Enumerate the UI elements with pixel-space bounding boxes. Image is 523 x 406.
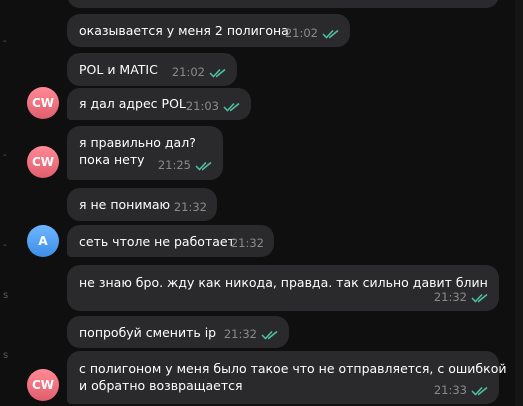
avatar-initials: A [38,234,48,248]
message-time: 21:02 [284,26,318,40]
message-meta: 21:32 [224,326,279,343]
margin-mark: s [3,350,9,361]
message-text: я не понимаю [79,197,171,212]
margin-mark: - [3,36,7,47]
avatar-initials: CW [31,378,55,392]
message-text: оказывается у меня 2 полигона [79,23,289,38]
message-time: 21:25 [157,158,191,172]
avatar-initials: CW [31,96,55,110]
read-ticks-icon [195,161,212,171]
read-ticks-icon [223,102,240,112]
message-meta: 21:32 [231,235,264,252]
message-bubble[interactable]: с полигоном у меня было такое что не отп… [67,351,506,404]
message-bubble[interactable]: сеть чтоле не работает 21:32 [67,225,274,257]
message-meta: 21:32 [434,289,489,306]
message-time: 21:32 [223,327,257,341]
read-ticks-icon [261,330,278,340]
message-bubble[interactable]: я не понимаю 21:32 [67,188,217,221]
avatar[interactable]: CW [27,369,59,401]
message-text-line: я правильно дал? [79,135,196,150]
message-text: я дал адрес POL [79,96,186,111]
message-meta: 21:25 [158,157,213,174]
message-time: 21:32 [433,290,467,304]
message-text: не знаю бро. жду как никода, правда. так… [79,275,488,290]
message-meta: 21:03 [186,98,241,115]
message-meta: 21:32 [174,199,207,216]
message-meta: 21:33 [434,382,489,399]
message-time: 21:02 [171,65,205,79]
avatar-initials: CW [31,155,55,169]
message-time: 21:33 [433,383,467,397]
message-bubble-partial[interactable] [67,0,499,8]
scrollbar[interactable] [515,0,523,406]
margin-mark: - [3,150,7,161]
message-text: сеть чтоле не работает [79,234,235,249]
message-meta: 21:02 [285,25,340,42]
message-text: POL и MATIC [79,62,158,77]
message-bubble[interactable]: оказывается у меня 2 полигона 21:02 [67,14,350,47]
side-margin: - - - s s [0,0,14,406]
avatar[interactable]: A [27,225,59,257]
read-ticks-icon [471,293,488,303]
message-time: 21:32 [173,200,207,214]
message-text-line: и обратно возвращается [79,378,243,393]
message-text: попробуй сменить ip [79,325,217,340]
message-bubble[interactable]: попробуй сменить ip 21:32 [67,316,289,348]
message-meta: 21:02 [172,64,227,81]
margin-mark: - [3,240,7,251]
message-bubble[interactable]: я дал адрес POL 21:03 [67,88,251,120]
message-text-line: пока нету [79,152,145,167]
chat-history: - - - s s оказывается у меня 2 полигона … [0,0,523,406]
avatar[interactable]: CW [27,146,59,178]
avatar[interactable]: CW [27,87,59,119]
message-bubble[interactable]: POL и MATIC 21:02 [67,53,237,86]
message-bubble[interactable]: не знаю бро. жду как никода, правда. так… [67,265,499,311]
message-time: 21:32 [230,236,264,250]
margin-mark: s [3,290,9,301]
read-ticks-icon [471,386,488,396]
message-time: 21:03 [185,99,219,113]
message-bubble[interactable]: я правильно дал? пока нету 21:25 [67,126,223,180]
read-ticks-icon [322,29,339,39]
message-text-line: с полигоном у меня было такое что не отп… [79,361,507,376]
read-ticks-icon [209,68,226,78]
